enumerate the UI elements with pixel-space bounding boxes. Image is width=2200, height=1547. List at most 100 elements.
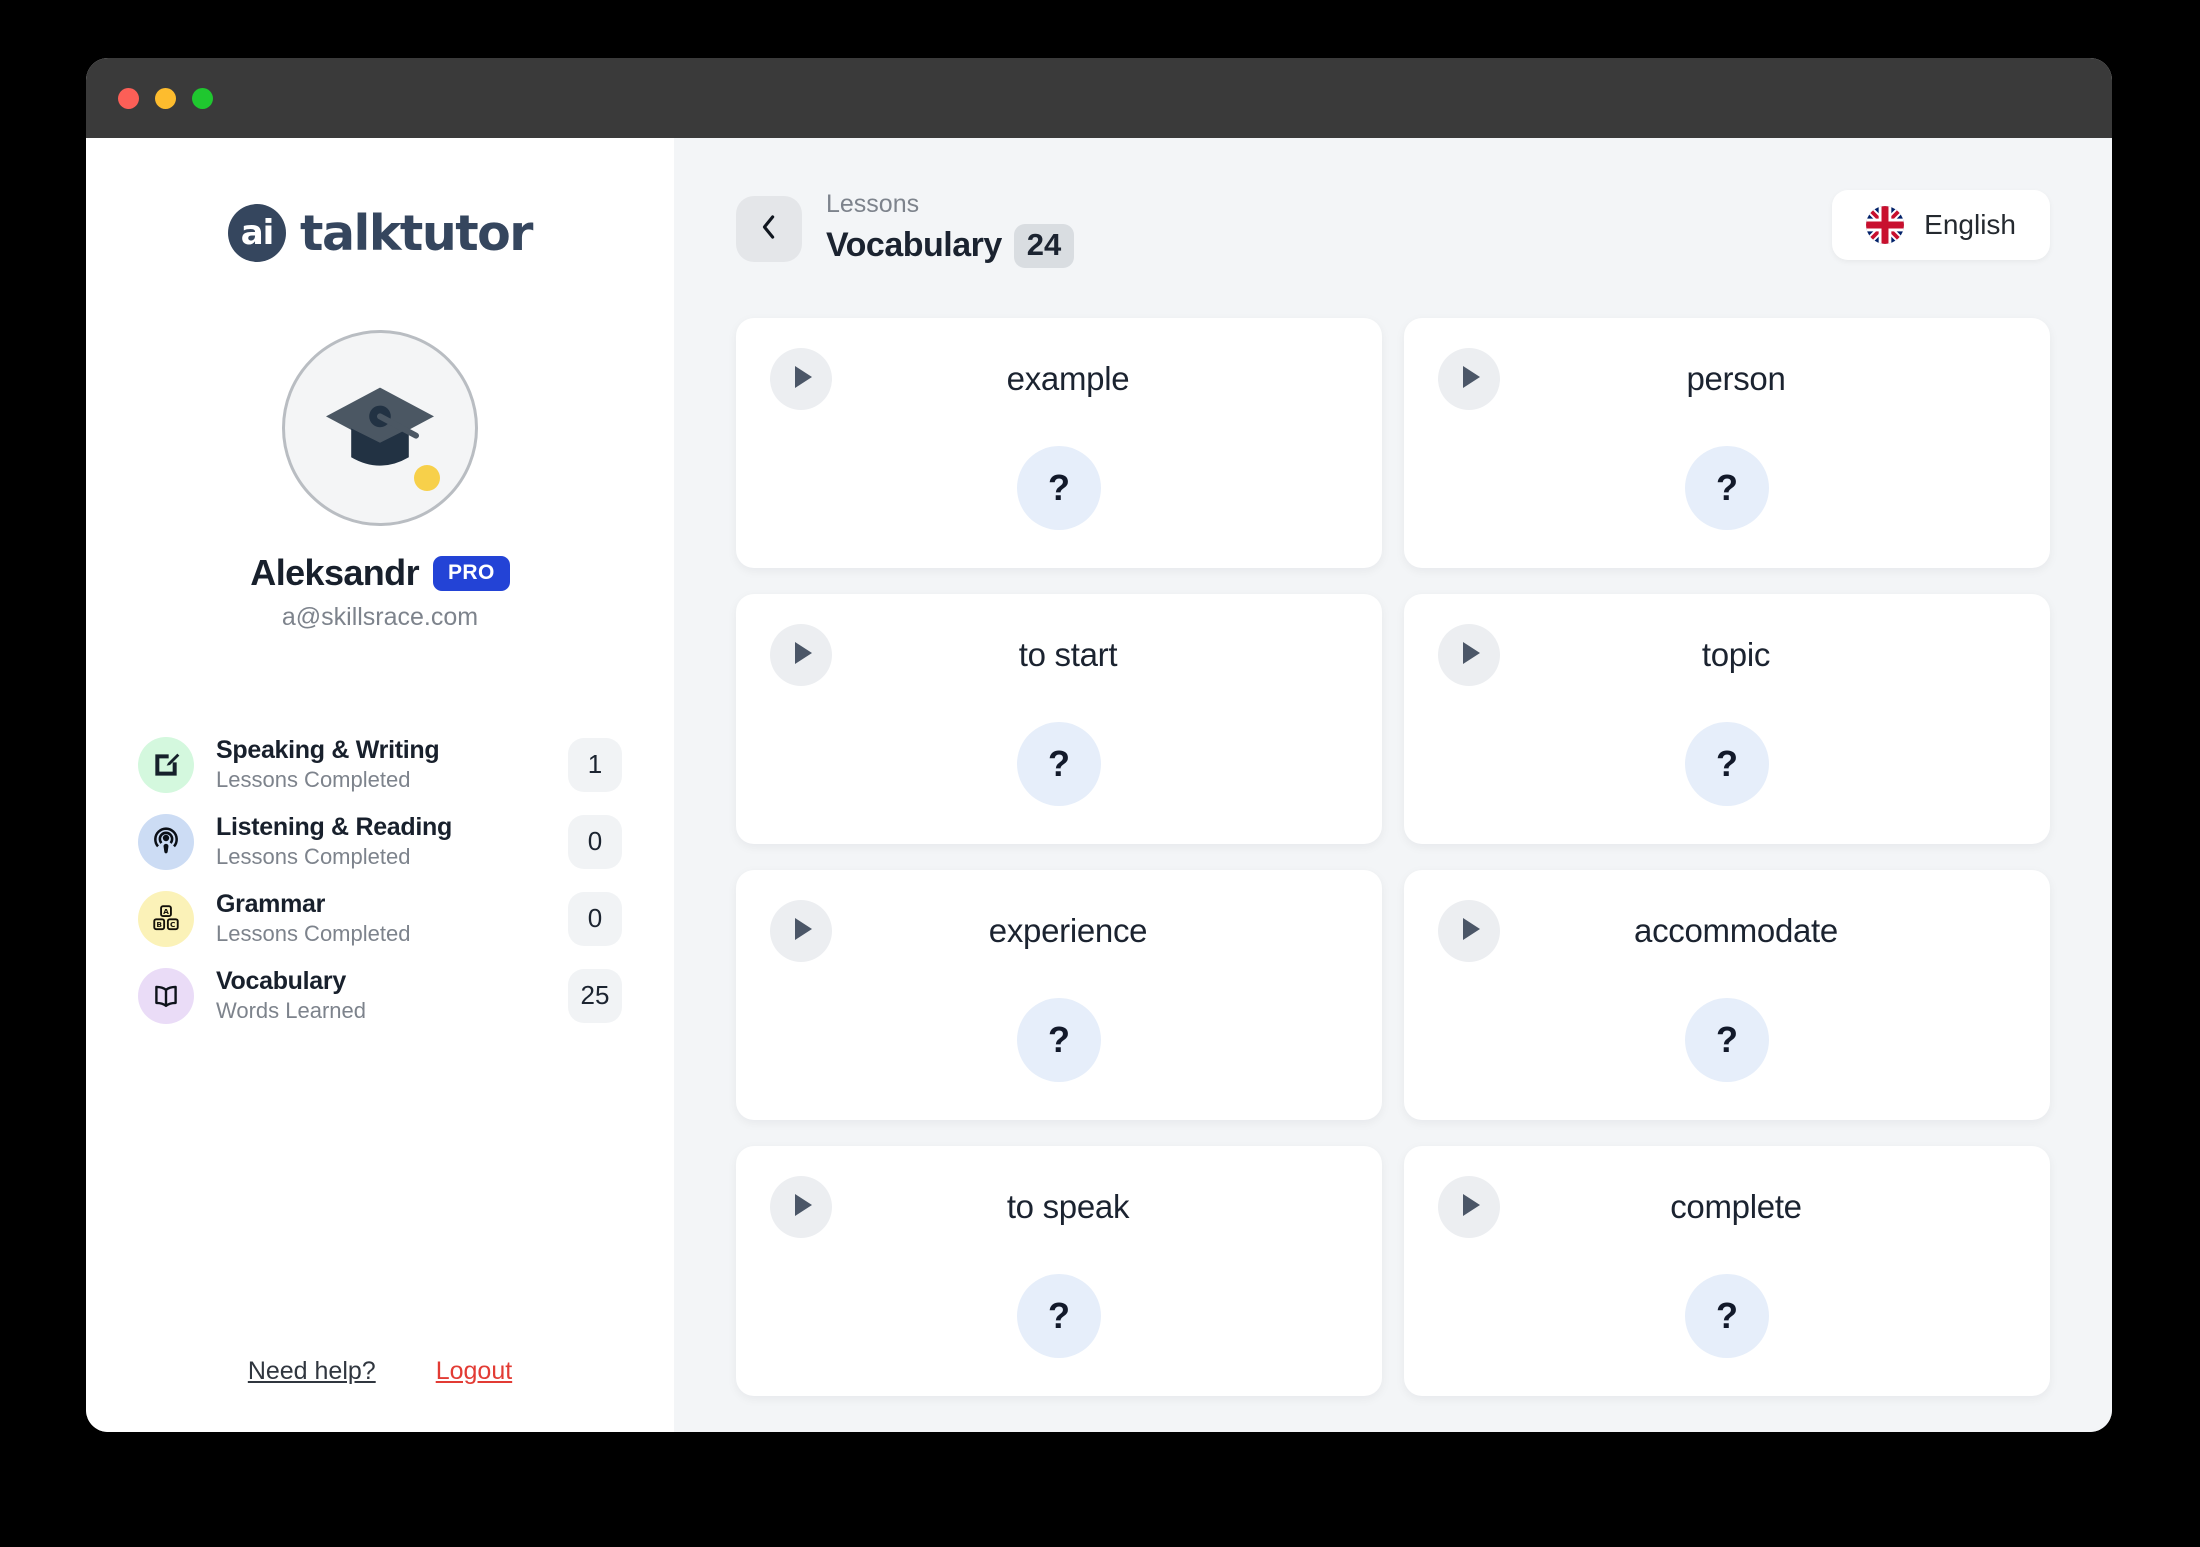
breadcrumb-current: Vocabulary 24 bbox=[826, 223, 1075, 268]
stat-count: 0 bbox=[568, 891, 622, 946]
window-titlebar bbox=[86, 58, 2112, 138]
user-identity: Aleksandr PRO bbox=[138, 552, 622, 594]
stat-text: Speaking & Writing Lessons Completed bbox=[216, 736, 546, 793]
logo-ai-icon: ai bbox=[228, 204, 287, 262]
vocabulary-card[interactable]: to start ? bbox=[736, 593, 1382, 844]
open-book-icon bbox=[138, 967, 194, 1024]
card-header: experience bbox=[770, 899, 1348, 962]
podcast-icon bbox=[138, 813, 194, 870]
stat-count: 0 bbox=[568, 814, 622, 869]
vocabulary-card[interactable]: accommodate ? bbox=[1404, 869, 2050, 1120]
stat-text: Grammar Lessons Completed bbox=[216, 890, 546, 947]
play-audio-button[interactable] bbox=[770, 899, 832, 962]
reveal-answer-button[interactable]: ? bbox=[1685, 997, 1769, 1082]
reveal-answer-button[interactable]: ? bbox=[1017, 997, 1101, 1082]
play-audio-button[interactable] bbox=[770, 347, 832, 410]
play-audio-button[interactable] bbox=[770, 623, 832, 686]
card-header: complete bbox=[1438, 1175, 2016, 1238]
language-label: English bbox=[1924, 209, 2016, 240]
play-icon bbox=[1456, 364, 1483, 393]
back-button[interactable] bbox=[736, 195, 802, 262]
card-word: person bbox=[1686, 359, 1786, 397]
avatar-container bbox=[138, 330, 622, 526]
reveal-answer-button[interactable]: ? bbox=[1017, 1273, 1101, 1358]
stat-subtitle: Words Learned bbox=[216, 998, 367, 1023]
logout-link[interactable]: Logout bbox=[436, 1357, 512, 1386]
card-word: complete bbox=[1670, 1187, 1802, 1225]
sidebar: ai talktutor Aleksandr PRO a@skillsrace.… bbox=[86, 138, 674, 1432]
stat-title: Grammar bbox=[216, 890, 326, 918]
stat-item-speaking-writing[interactable]: Speaking & Writing Lessons Completed 1 bbox=[138, 736, 622, 793]
play-icon bbox=[788, 1192, 815, 1221]
play-icon bbox=[1456, 1192, 1483, 1221]
stat-subtitle: Lessons Completed bbox=[216, 921, 411, 946]
play-icon bbox=[1456, 640, 1483, 669]
breadcrumb-parent[interactable]: Lessons bbox=[826, 190, 1074, 219]
close-window-button[interactable] bbox=[118, 87, 139, 109]
card-word: experience bbox=[988, 911, 1148, 949]
page-title: Vocabulary bbox=[826, 226, 1002, 265]
card-word: example bbox=[1006, 359, 1130, 397]
stat-item-vocabulary[interactable]: Vocabulary Words Learned 25 bbox=[138, 967, 622, 1024]
vocabulary-card[interactable]: to speak ? bbox=[736, 1145, 1382, 1396]
card-header: to start bbox=[770, 623, 1348, 686]
svg-text:C: C bbox=[170, 920, 175, 929]
play-audio-button[interactable] bbox=[1438, 899, 1500, 962]
vocabulary-card[interactable]: topic ? bbox=[1404, 593, 2050, 844]
stat-text: Listening & Reading Lessons Completed bbox=[216, 813, 546, 870]
reveal-answer-button[interactable]: ? bbox=[1685, 445, 1769, 530]
vocabulary-card-grid: example ? person ? to start ? topic ? ex… bbox=[736, 317, 2050, 1396]
card-header: accommodate bbox=[1438, 899, 2016, 962]
vocabulary-card[interactable]: example ? bbox=[736, 317, 1382, 568]
svg-text:A: A bbox=[163, 907, 169, 916]
stat-title: Listening & Reading bbox=[216, 813, 452, 841]
abc-blocks-icon: A B C bbox=[138, 890, 194, 947]
stat-count: 1 bbox=[568, 737, 622, 792]
stats-list: Speaking & Writing Lessons Completed 1 L… bbox=[138, 736, 622, 1024]
tassel-dot-icon bbox=[414, 465, 440, 491]
language-selector-button[interactable]: English bbox=[1832, 190, 2050, 260]
play-audio-button[interactable] bbox=[1438, 1175, 1500, 1238]
vocabulary-card[interactable]: complete ? bbox=[1404, 1145, 2050, 1396]
main-topbar: Lessons Vocabulary 24 English bbox=[736, 190, 2050, 268]
app-logo[interactable]: ai talktutor bbox=[138, 204, 622, 262]
stat-item-listening-reading[interactable]: Listening & Reading Lessons Completed 0 bbox=[138, 813, 622, 870]
chevron-left-icon bbox=[758, 212, 780, 245]
card-header: to speak bbox=[770, 1175, 1348, 1238]
stat-text: Vocabulary Words Learned bbox=[216, 967, 546, 1024]
card-header: example bbox=[770, 347, 1348, 410]
lesson-count-badge: 24 bbox=[1013, 223, 1075, 268]
play-icon bbox=[788, 640, 815, 669]
avatar[interactable] bbox=[282, 330, 478, 526]
play-icon bbox=[1456, 916, 1483, 945]
maximize-window-button[interactable] bbox=[192, 87, 213, 109]
need-help-link[interactable]: Need help? bbox=[248, 1357, 376, 1386]
minimize-window-button[interactable] bbox=[155, 87, 176, 109]
pencil-square-icon bbox=[138, 736, 194, 793]
play-audio-button[interactable] bbox=[1438, 347, 1500, 410]
stat-item-grammar[interactable]: A B C Grammar Lessons Completed 0 bbox=[138, 890, 622, 947]
reveal-answer-button[interactable]: ? bbox=[1017, 721, 1101, 806]
sidebar-footer: Need help? Logout bbox=[138, 1357, 622, 1386]
logo-wordmark: talktutor bbox=[300, 204, 533, 262]
vocabulary-card[interactable]: experience ? bbox=[736, 869, 1382, 1120]
card-header: person bbox=[1438, 347, 2016, 410]
reveal-answer-button[interactable]: ? bbox=[1685, 721, 1769, 806]
stat-title: Vocabulary bbox=[216, 967, 346, 995]
reveal-answer-button[interactable]: ? bbox=[1017, 445, 1101, 530]
user-email: a@skillsrace.com bbox=[281, 603, 479, 631]
play-audio-button[interactable] bbox=[770, 1175, 832, 1238]
app-body: ai talktutor Aleksandr PRO a@skillsrace.… bbox=[86, 138, 2112, 1432]
stat-count: 25 bbox=[568, 968, 622, 1023]
vocabulary-card[interactable]: person ? bbox=[1404, 317, 2050, 568]
play-audio-button[interactable] bbox=[1438, 623, 1500, 686]
app-window: ai talktutor Aleksandr PRO a@skillsrace.… bbox=[86, 58, 2112, 1432]
card-word: topic bbox=[1701, 635, 1771, 673]
breadcrumb: Lessons Vocabulary 24 bbox=[736, 190, 1075, 268]
breadcrumb-lines: Lessons Vocabulary 24 bbox=[826, 190, 1075, 268]
play-icon bbox=[788, 916, 815, 945]
reveal-answer-button[interactable]: ? bbox=[1685, 1273, 1769, 1358]
main-content: Lessons Vocabulary 24 English example ? … bbox=[674, 138, 2112, 1432]
stat-subtitle: Lessons Completed bbox=[216, 767, 411, 792]
user-name: Aleksandr bbox=[250, 552, 419, 593]
